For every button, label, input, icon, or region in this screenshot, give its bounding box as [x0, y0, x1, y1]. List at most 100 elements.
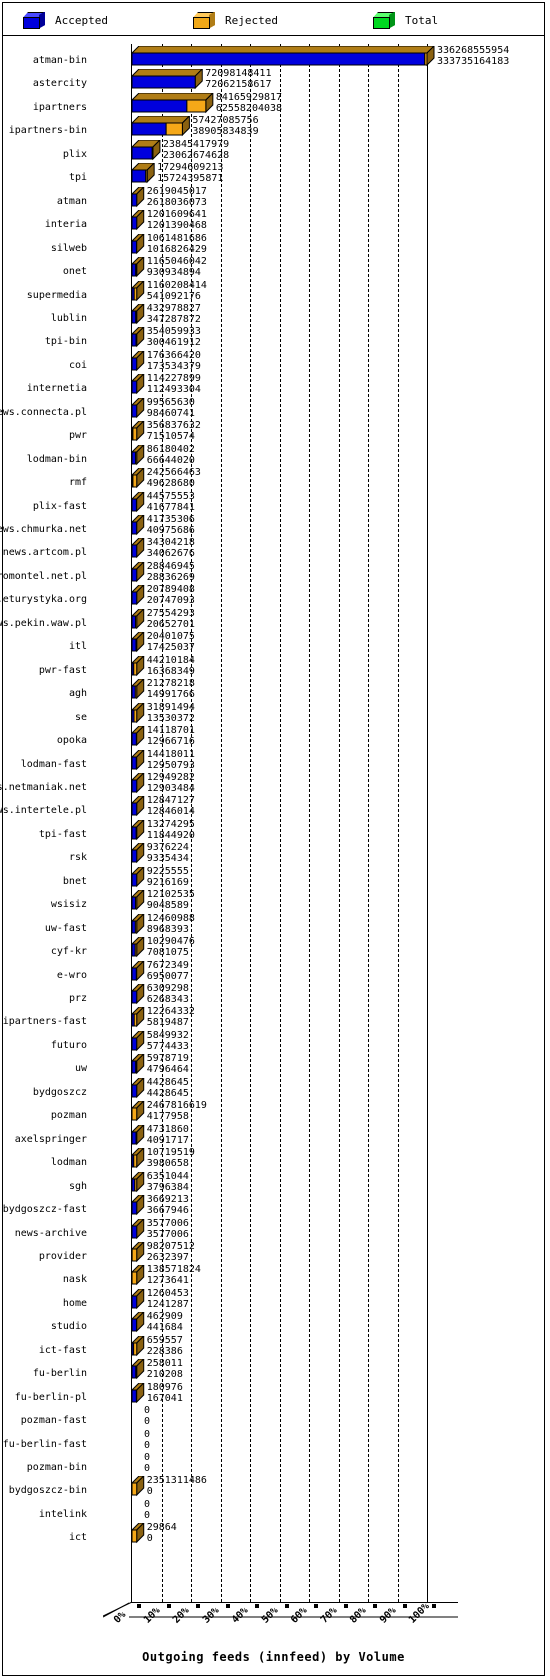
- bar[interactable]: [130, 842, 145, 864]
- bar-accepted-value: 1016826429: [146, 243, 207, 255]
- bar[interactable]: [130, 748, 145, 770]
- bar[interactable]: [132, 1500, 141, 1519]
- bar-row-label: news.artcom.pl: [2, 547, 87, 559]
- bar[interactable]: [130, 1217, 145, 1239]
- bar-row-label: bydgoszcz-bin: [8, 1485, 87, 1497]
- bar-total-value: 72098148411: [205, 68, 272, 80]
- bar-accepted-value: 9048589: [146, 900, 189, 912]
- bar-accepted-value: 16368349: [146, 665, 195, 677]
- bar[interactable]: [130, 466, 145, 489]
- cube-icon: [373, 11, 395, 29]
- bar[interactable]: [130, 654, 145, 676]
- bar[interactable]: [130, 1381, 145, 1403]
- bar[interactable]: [130, 631, 145, 653]
- bar[interactable]: [130, 396, 145, 418]
- x-axis-base: [102, 1602, 458, 1618]
- bar[interactable]: [130, 1240, 145, 1263]
- bar-accepted-value: 112493304: [146, 384, 201, 396]
- bar-accepted-value: 12966716: [146, 736, 195, 748]
- bar-total-value: 432978827: [146, 302, 201, 314]
- bar[interactable]: [130, 1311, 145, 1333]
- bar[interactable]: [130, 1146, 145, 1169]
- bar[interactable]: [130, 935, 145, 958]
- bar-row-label: ict: [68, 1532, 87, 1544]
- bar-row-label: prz: [68, 993, 87, 1004]
- bar-accepted-value: 1201390468: [146, 220, 207, 232]
- bar-total-value: 6309298: [146, 983, 189, 994]
- bar[interactable]: [130, 1334, 145, 1356]
- bar[interactable]: [132, 1406, 141, 1425]
- bar-row-label: opoka: [56, 735, 87, 747]
- bar[interactable]: [130, 1264, 145, 1286]
- gridline: [397, 44, 399, 1602]
- bar[interactable]: [130, 1522, 145, 1544]
- bar[interactable]: [130, 162, 156, 184]
- bar[interactable]: [130, 208, 145, 231]
- bar[interactable]: [130, 1100, 145, 1122]
- bar[interactable]: [130, 724, 145, 747]
- bar[interactable]: [130, 677, 145, 700]
- bar-total-value: 10290476: [146, 936, 195, 948]
- bar[interactable]: [130, 1287, 145, 1310]
- bar[interactable]: [130, 1193, 145, 1216]
- bar[interactable]: [130, 373, 145, 395]
- bar[interactable]: [130, 537, 145, 559]
- bar[interactable]: [130, 795, 145, 817]
- bar[interactable]: [130, 1123, 145, 1145]
- cube-icon: [23, 11, 45, 29]
- bar[interactable]: [130, 513, 145, 536]
- bar-accepted-value: 167041: [146, 1392, 183, 1404]
- bar-total-value: 2619045017: [146, 185, 207, 197]
- bar-total-value: 7672349: [146, 959, 189, 971]
- bar-total-value: 6351044: [146, 1170, 189, 1182]
- bar[interactable]: [130, 1475, 145, 1497]
- bar[interactable]: [130, 982, 145, 1005]
- bar[interactable]: [132, 1430, 141, 1449]
- bar[interactable]: [130, 1170, 145, 1192]
- bar[interactable]: [130, 115, 191, 137]
- bar[interactable]: [130, 959, 145, 981]
- bar[interactable]: [130, 1029, 145, 1052]
- bar[interactable]: [130, 138, 162, 161]
- bar[interactable]: [130, 232, 145, 254]
- bar[interactable]: [130, 279, 145, 301]
- bar-accepted-value: 34062676: [146, 548, 195, 560]
- bar[interactable]: [130, 44, 436, 67]
- bar[interactable]: [130, 701, 145, 723]
- bar[interactable]: [130, 818, 145, 841]
- bar[interactable]: [130, 912, 145, 934]
- bar[interactable]: [130, 255, 145, 278]
- plot-right-border: [427, 44, 428, 1602]
- bar[interactable]: [130, 865, 145, 887]
- bar[interactable]: [130, 1357, 145, 1380]
- bar[interactable]: [130, 607, 145, 630]
- bar[interactable]: [130, 1076, 145, 1099]
- bar[interactable]: [130, 1053, 145, 1075]
- bar-accepted-value: 0: [144, 1509, 151, 1521]
- bar-row-label: sgh: [68, 1180, 87, 1192]
- bar[interactable]: [130, 888, 145, 911]
- bar[interactable]: [132, 1453, 141, 1472]
- bar[interactable]: [130, 490, 145, 512]
- bar[interactable]: [130, 349, 145, 372]
- bar-accepted-value: 3667946: [146, 1205, 189, 1217]
- bar[interactable]: [130, 91, 215, 114]
- bar[interactable]: [130, 771, 145, 794]
- bar[interactable]: [130, 185, 145, 207]
- bar[interactable]: [130, 443, 145, 465]
- bar[interactable]: [130, 326, 145, 348]
- bar-row-label: plix: [62, 148, 87, 160]
- bar[interactable]: [130, 419, 145, 442]
- bar-row-label: news.promontel.net.pl: [0, 570, 87, 582]
- bar[interactable]: [130, 560, 145, 583]
- bar-total-value: 114227899: [146, 373, 201, 385]
- bar-row-label: agh: [68, 688, 87, 700]
- bar-row-label: news.eturystyka.org: [0, 594, 87, 606]
- bar[interactable]: [130, 584, 145, 606]
- bar[interactable]: [130, 1006, 145, 1028]
- bar[interactable]: [130, 68, 204, 90]
- bar[interactable]: [130, 302, 145, 325]
- legend-label-total: Total: [405, 13, 439, 27]
- bar-row-label: silweb: [50, 242, 87, 254]
- bar-accepted-value: 66644020: [146, 454, 195, 466]
